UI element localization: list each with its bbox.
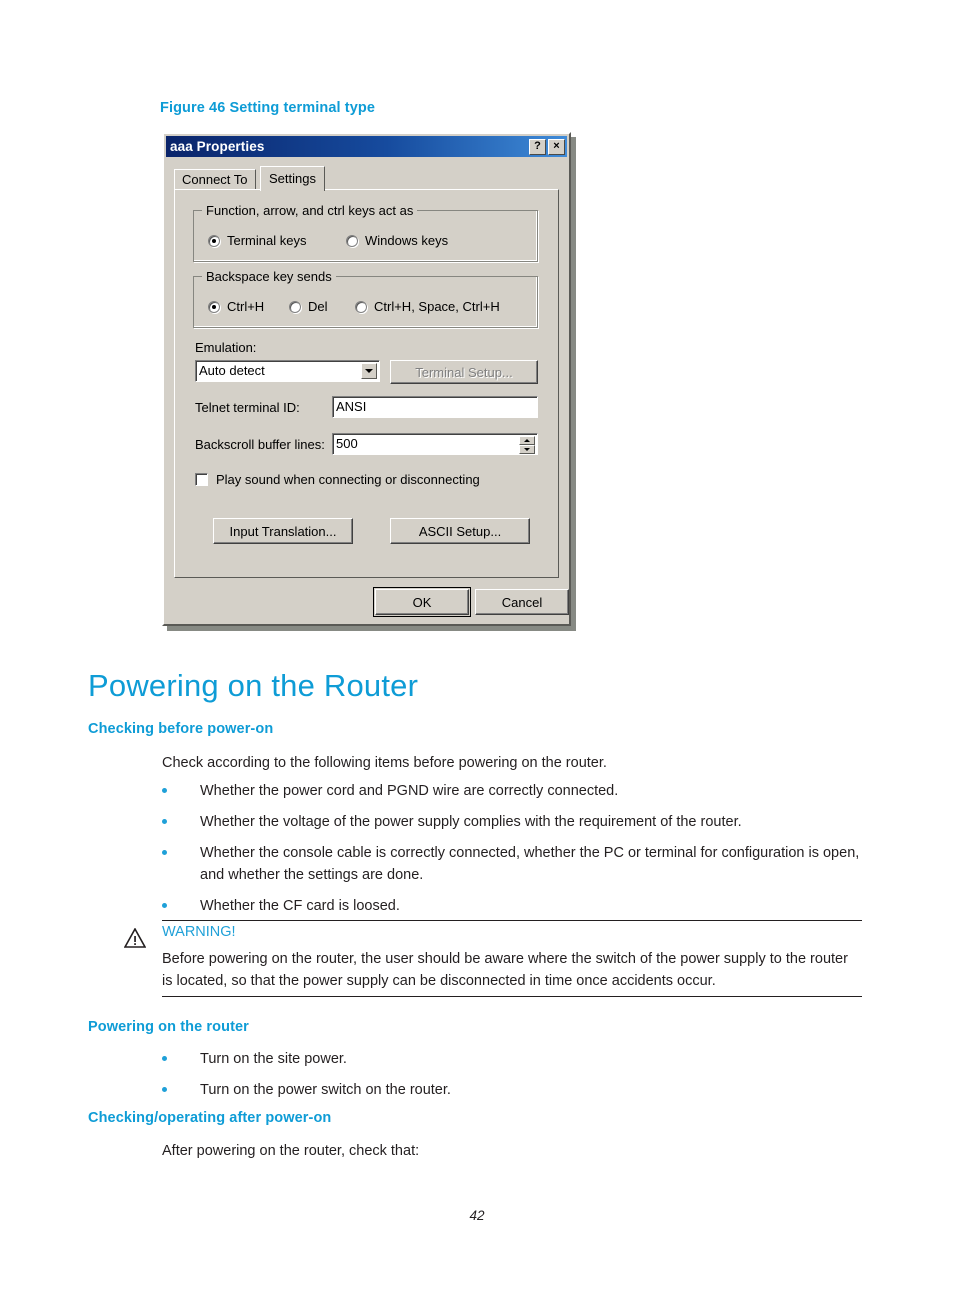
ascii-setup-button[interactable]: ASCII Setup... xyxy=(390,518,530,544)
play-sound-checkbox-row[interactable]: Play sound when connecting or disconnect… xyxy=(195,472,480,487)
dialog-title: aaa Properties xyxy=(170,139,265,154)
chevron-down-icon[interactable] xyxy=(361,363,377,379)
radio-terminal-keys-icon[interactable] xyxy=(208,234,220,247)
checking-after-intro: After powering on the router, check that… xyxy=(162,1143,420,1159)
backscroll-buffer-lines-input[interactable]: 500 xyxy=(332,433,538,455)
warning-title: WARNING! xyxy=(162,924,236,940)
warning-text: Before powering on the router, the user … xyxy=(162,951,848,990)
telnet-terminal-id-input[interactable]: ANSI xyxy=(332,396,538,418)
powering-on-bullets: Turn on the site power. Turn on the powe… xyxy=(162,1048,862,1110)
radio-del[interactable]: Del xyxy=(289,299,328,314)
tab-settings[interactable]: Settings xyxy=(260,166,325,191)
list-item: Whether the power cord and PGND wire are… xyxy=(162,780,872,802)
dialog-titlebar[interactable]: aaa Properties ? × xyxy=(166,136,567,157)
radio-del-label: Del xyxy=(308,299,328,314)
radio-ctrl-h-icon[interactable] xyxy=(208,300,220,313)
radio-ctrl-h-space-ctrl-h[interactable]: Ctrl+H, Space, Ctrl+H xyxy=(355,299,500,314)
play-sound-checkbox[interactable] xyxy=(195,473,208,486)
terminal-setup-button[interactable]: Terminal Setup... xyxy=(390,360,538,384)
emulation-combobox[interactable]: Auto detect xyxy=(195,360,380,382)
radio-windows-keys-icon[interactable] xyxy=(346,234,358,247)
heading-checking-operating-after-power-on: Checking/operating after power-on xyxy=(88,1110,332,1126)
figure-caption: Figure 46 Setting terminal type xyxy=(160,100,376,116)
quantity-stepper[interactable] xyxy=(519,436,535,454)
stepper-down-icon[interactable] xyxy=(519,445,535,454)
list-item: Whether the voltage of the power supply … xyxy=(162,811,872,833)
settings-tab-panel: Function, arrow, and ctrl keys act as Te… xyxy=(174,189,559,578)
telnet-terminal-id-value: ANSI xyxy=(336,399,367,414)
heading-checking-before-power-on: Checking before power-on xyxy=(88,721,274,737)
backscroll-buffer-lines-value: 500 xyxy=(336,436,358,451)
warning-bottom-rule xyxy=(162,996,862,997)
radio-ctrl-h[interactable]: Ctrl+H xyxy=(208,299,264,314)
function-keys-groupbox: Function, arrow, and ctrl keys act as Te… xyxy=(193,203,538,262)
checking-before-intro: Check according to the following items b… xyxy=(162,755,607,771)
play-sound-label: Play sound when connecting or disconnect… xyxy=(216,472,480,487)
input-translation-button[interactable]: Input Translation... xyxy=(213,518,353,544)
ok-button[interactable]: OK xyxy=(373,587,471,617)
radio-terminal-keys-label: Terminal keys xyxy=(227,233,307,248)
radio-ctrl-h-label: Ctrl+H xyxy=(227,299,265,314)
checking-before-bullets: Whether the power cord and PGND wire are… xyxy=(162,780,872,926)
radio-windows-keys-label: Windows keys xyxy=(365,233,449,248)
radio-ctrl-h-space-ctrl-h-icon[interactable] xyxy=(355,300,367,313)
radio-windows-keys[interactable]: Windows keys xyxy=(346,233,448,248)
radio-terminal-keys[interactable]: Terminal keys xyxy=(208,233,306,248)
help-icon[interactable]: ? xyxy=(529,138,546,155)
list-item: Turn on the site power. xyxy=(162,1048,862,1070)
list-item: Whether the console cable is correctly c… xyxy=(162,842,872,886)
radio-del-icon[interactable] xyxy=(289,300,301,313)
list-item: Turn on the power switch on the router. xyxy=(162,1079,862,1101)
emulation-value: Auto detect xyxy=(199,363,265,378)
warning-top-rule xyxy=(162,920,862,921)
tab-connect-to[interactable]: Connect To xyxy=(174,169,256,190)
cancel-button[interactable]: Cancel xyxy=(475,589,569,615)
page-title: Powering on the Router xyxy=(88,668,419,703)
function-keys-legend: Function, arrow, and ctrl keys act as xyxy=(202,203,418,218)
backspace-legend: Backspace key sends xyxy=(202,269,336,284)
warning-triangle-icon xyxy=(123,927,147,948)
page-number: 42 xyxy=(469,1208,485,1223)
heading-powering-on-the-router: Powering on the router xyxy=(88,1019,249,1035)
emulation-label: Emulation: xyxy=(195,340,257,355)
telnet-terminal-id-label: Telnet terminal ID: xyxy=(195,400,300,415)
aaa-properties-dialog: aaa Properties ? × Connect To Settings F… xyxy=(162,132,571,626)
radio-ctrl-h-space-ctrl-h-label: Ctrl+H, Space, Ctrl+H xyxy=(374,299,500,314)
list-item: Whether the CF card is loosed. xyxy=(162,895,872,917)
stepper-up-icon[interactable] xyxy=(519,436,535,445)
backscroll-buffer-lines-label: Backscroll buffer lines: xyxy=(195,437,325,452)
dialog-tabstrip: Connect To Settings xyxy=(174,166,559,191)
close-icon[interactable]: × xyxy=(548,138,565,155)
backspace-groupbox: Backspace key sends Ctrl+H Del Ctrl+H, S… xyxy=(193,269,538,328)
